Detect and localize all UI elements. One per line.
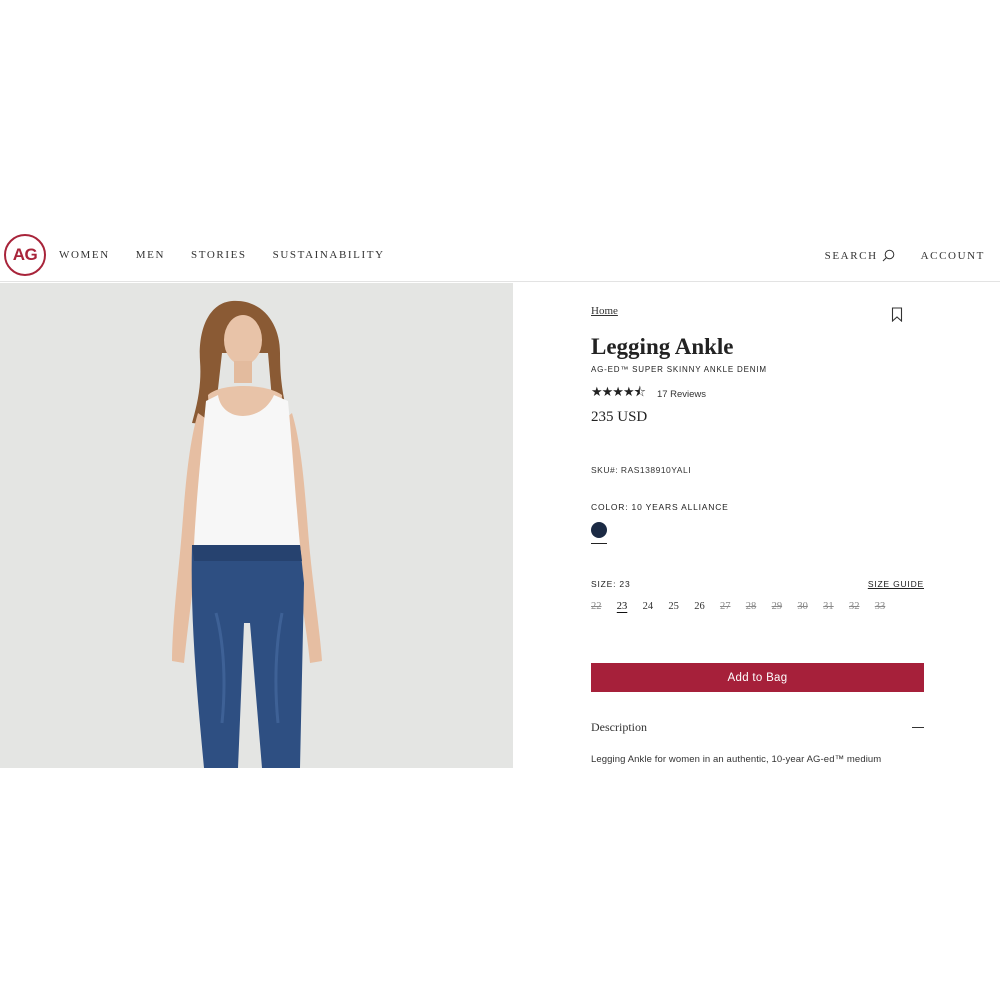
model-photo [0, 283, 513, 768]
size-option[interactable]: 25 [668, 601, 694, 612]
size-option[interactable]: 26 [694, 601, 720, 612]
size-option[interactable]: 31 [823, 601, 849, 612]
product-title: Legging Ankle [591, 334, 734, 359]
search-icon [882, 249, 894, 262]
account-link[interactable]: ACCOUNT [921, 250, 985, 262]
size-option[interactable]: 33 [875, 601, 901, 612]
search-button[interactable]: SEARCH [825, 249, 895, 262]
bookmark-icon[interactable] [891, 307, 903, 322]
size-option[interactable]: 22 [591, 601, 617, 612]
site-header: AG WOMEN MEN STORIES SUSTAINABILITY SEAR… [0, 228, 1000, 282]
brand-logo[interactable]: AG [4, 234, 46, 276]
size-option[interactable]: 27 [720, 601, 746, 612]
description-heading[interactable]: Description [591, 720, 647, 735]
add-to-bag-button[interactable]: Add to Bag [591, 663, 924, 692]
product-rating[interactable]: ★★★★⯪ 17 Reviews [591, 383, 706, 405]
description-text: Legging Ankle for women in an authentic,… [591, 754, 882, 765]
nav-item-women[interactable]: WOMEN [59, 249, 110, 261]
search-label: SEARCH [824, 249, 878, 262]
product-subtitle: AG-ED™ SUPER SKINNY ANKLE DENIM [591, 365, 767, 374]
nav-item-men[interactable]: MEN [136, 249, 165, 261]
nav-item-sustainability[interactable]: SUSTAINABILITY [273, 249, 385, 261]
product-image[interactable] [0, 283, 513, 768]
size-option[interactable]: 32 [849, 601, 875, 612]
selected-swatch-indicator [591, 543, 607, 544]
size-selector: 22 23 24 25 26 27 28 29 30 31 32 33 [591, 601, 901, 612]
size-option[interactable]: 29 [772, 601, 798, 612]
nav-item-stories[interactable]: STORIES [191, 249, 247, 261]
size-option[interactable]: 24 [643, 601, 669, 612]
rating-stars-icon: ★★★★⯪ [591, 384, 646, 399]
color-swatch[interactable] [591, 522, 607, 538]
size-label: SIZE: 23 [591, 579, 631, 589]
size-guide-link[interactable]: SIZE GUIDE [868, 579, 924, 589]
size-option[interactable]: 23 [617, 601, 643, 612]
product-sku: SKU#: RAS138910YALI [591, 465, 692, 475]
breadcrumb-home[interactable]: Home [591, 305, 618, 317]
size-option[interactable]: 28 [746, 601, 772, 612]
color-label: COLOR: 10 YEARS ALLIANCE [591, 502, 729, 512]
collapse-icon[interactable] [912, 727, 924, 728]
product-price: 235 USD [591, 409, 648, 425]
reviews-link[interactable]: 17 Reviews [657, 389, 706, 400]
utility-nav: SEARCH ACCOUNT [825, 249, 985, 262]
size-option[interactable]: 30 [797, 601, 823, 612]
main-nav: WOMEN MEN STORIES SUSTAINABILITY [59, 249, 411, 261]
